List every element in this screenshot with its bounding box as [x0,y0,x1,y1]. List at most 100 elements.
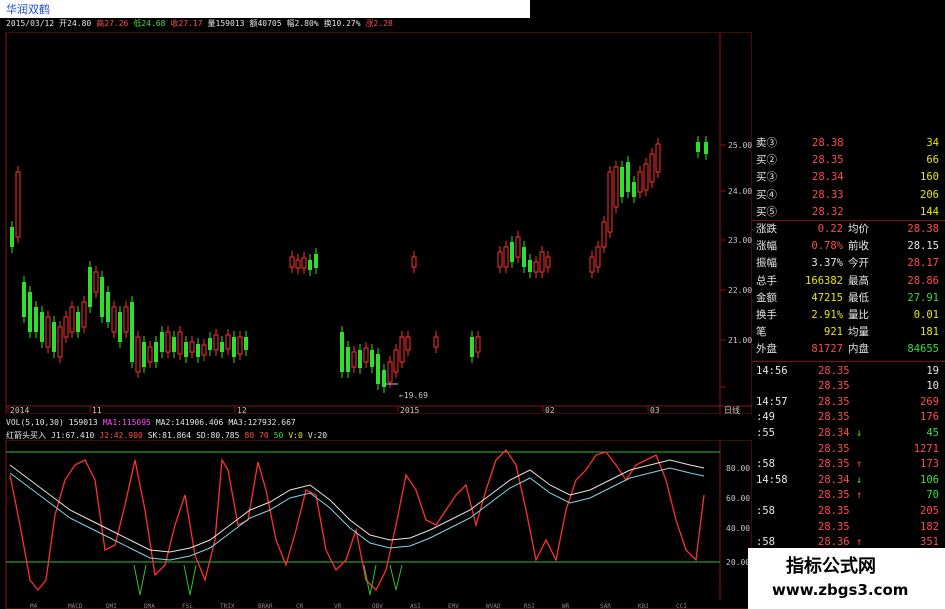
candle-body-38 [237,336,243,355]
stat-label: 涨幅 [756,240,777,253]
order-price: 28.34 [812,171,844,184]
candle-body-75 [620,167,624,197]
tick-direction-icon: ↑ [856,489,863,502]
osc-tab-17: CCI [676,603,687,609]
info-item-2: 高27.26 [96,19,129,28]
candle-body-45 [340,332,344,372]
candle-body-3 [28,292,32,332]
osc-label-0: 80.00 [726,464,750,473]
order-price: 28.35 [812,154,844,167]
candle-body-56 [405,336,411,351]
date-label-5: 03 [650,406,660,414]
stat-value: 81727 [811,343,843,356]
tick-row-1: 28.35 10 [752,378,945,395]
candle-body-80 [649,153,655,183]
osc-tab-9: OBV [372,603,383,609]
candle-body-32 [201,344,207,356]
info-item-4: 收27.17 [170,19,203,28]
candle-body-24 [154,342,158,362]
watermark-title: 指标公式网 [786,556,876,577]
ind-item-3: SK:81.864 [147,431,192,440]
candle-body-27 [172,337,176,352]
stat-value: 28.38 [907,223,939,235]
tick-price: 28.34 [818,473,850,486]
stat-label: 金额 [756,291,777,304]
price-label-2: 23.00 [728,236,752,245]
candle-body-72 [601,221,607,248]
tick-price: 28.35 [818,364,850,377]
info-item-1: 开24.80 [59,19,92,28]
tick-price: 28.34 [818,427,850,439]
volume-indicator-line: VOL(5,10,30) 159013 MA1:115095 MA2:141906.4… [6,418,301,427]
tick-volume: 269 [920,395,939,408]
tick-time: 14:57 [756,395,788,408]
candle-body-43 [308,260,312,270]
order-price: 28.38 [812,137,844,149]
osc-tab-10: ASI [410,603,421,609]
candle-body-47 [351,351,357,368]
stat-value: 28.86 [907,274,939,287]
ohlc-info-bar: 2015/03/12 开24.80 高27.26 低24.68 收27.17 量15901… [6,18,398,32]
buy-signal-3 [389,564,403,591]
date-label-0: 2014 [10,406,29,414]
tick-volume: 10 [926,380,939,393]
price-label-1: 24.00 [728,187,752,196]
order-row-4: 买⑤ 28.32 144 [752,204,945,221]
stat-value: 47215 [811,291,843,304]
order-price: 28.32 [812,205,844,218]
candle-body-74 [613,166,619,208]
tick-volume: 176 [920,411,939,424]
candle-body-13 [88,267,92,307]
candle-body-12 [81,301,87,328]
candle-body-29 [184,342,188,357]
candle-body-35 [220,342,224,352]
tick-price: 28.35 [818,458,850,471]
date-label-4: 02 [545,406,555,414]
order-label: 买⑤ [756,205,777,218]
tick-time: :55 [756,427,775,439]
tick-volume: 19 [926,364,939,377]
buy-signal-0 [133,564,147,596]
tick-price: 28.35 [818,489,850,502]
ind-item-4: SD:80.785 [196,431,240,440]
vol-item-4: MA3:127932.667 [228,418,296,427]
candle-body-20 [130,302,134,362]
tick-time: 14:56 [756,364,788,377]
candle-body-79 [643,163,649,191]
osc-tab-11: EMV [448,603,459,609]
candle-body-51 [376,354,380,384]
info-item-8: 换10.27% [323,19,361,28]
price-label-0: 25.00 [728,141,752,150]
candle-body-64 [515,236,521,258]
osc-tab-16: KDJ [638,603,649,609]
candle-body-50 [370,350,374,367]
order-volume: 66 [926,154,939,167]
candle-body-55 [399,336,405,363]
low-label: ←19.69 [399,391,428,400]
stat-value: 0.78% [811,240,843,253]
tick-direction-icon: ↓ [856,427,863,439]
candle-body-28 [177,331,183,355]
osc-tab-5: TRIX [220,603,235,609]
stat-value: 28.17 [907,257,939,270]
candlestick-chart[interactable]: 25.00 24.00 23.00 22.00 21.00 2014 11 12 2015 02 0… [0,32,752,414]
stat-row-2: 振幅 3.37% 今开 28.17 [752,255,945,272]
stat-row-0: 涨跌 0.22 均价 28.38 [752,221,945,238]
ind-item-0: 红箭头买入 [6,431,46,440]
candle-body-0 [10,227,14,247]
ind-item-1: J1:67.410 [51,431,95,440]
quote-panel: 卖③ 28.38 34 买② 28.35 66 买③ 28.34 160 买④ 28.33 206 买⑤… [752,135,945,609]
candle-body-58 [433,336,439,348]
stat-value: 0.22 [817,223,843,235]
stat-label: 最高 [848,274,869,287]
order-row-3: 买④ 28.33 206 [752,187,945,204]
osc-j-line [9,448,705,592]
oscillator-chart[interactable]: 80.00 60.00 40.00 20.00 M4 MACD DMI DMA FSL TRIX B… [0,440,752,609]
candle-body-22 [142,342,146,367]
window-title: 华润双鹤 [6,3,50,16]
candle-body-25 [160,332,164,352]
stat-value: 84655 [907,343,939,356]
candle-body-9 [63,316,69,338]
watermark-url: www.zbgs3.com [772,581,909,599]
stat-row-3: 总手 166382 最高 28.86 [752,273,945,290]
